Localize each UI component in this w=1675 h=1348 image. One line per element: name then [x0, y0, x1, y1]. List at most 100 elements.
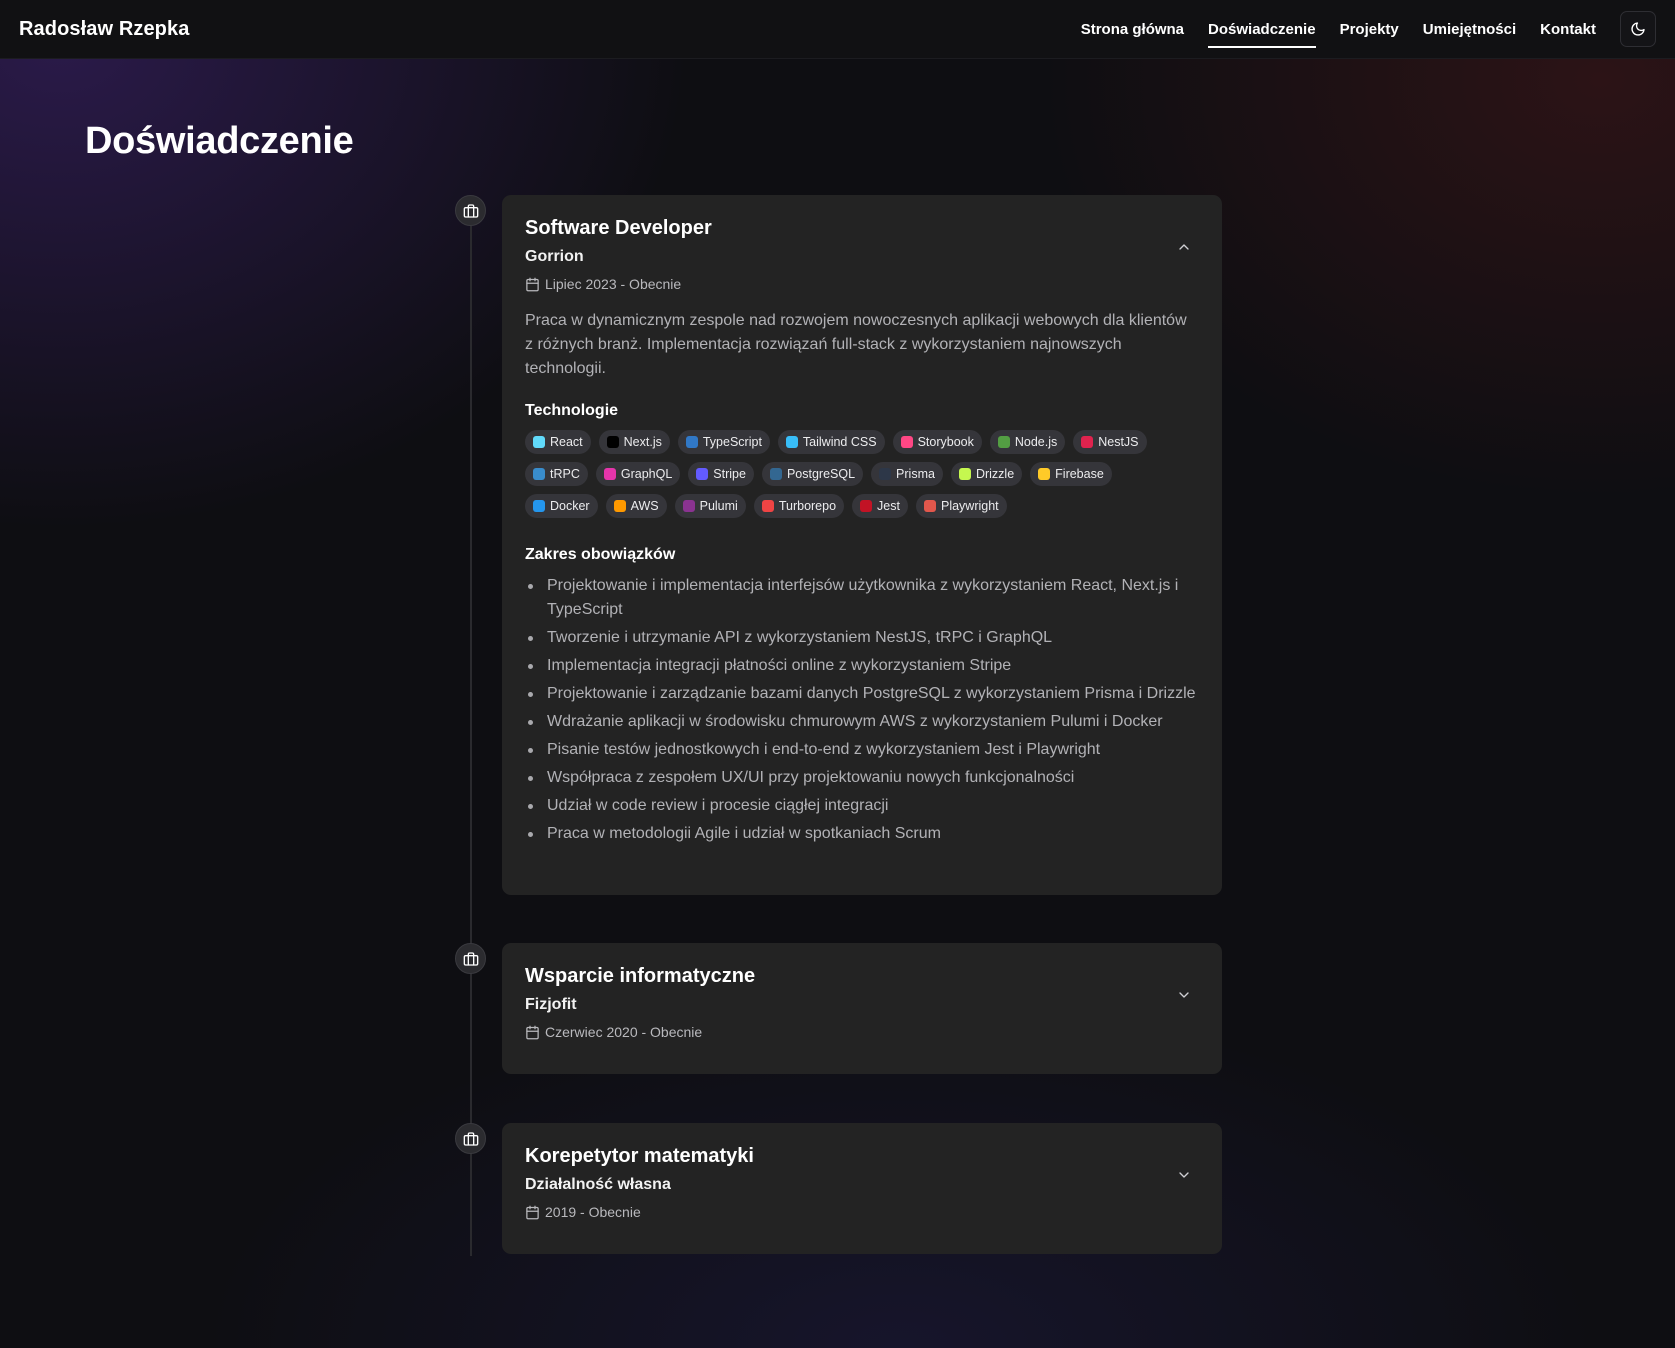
- job-title: Korepetytor matematyki: [525, 1145, 754, 1167]
- duty-item: Wdrażanie aplikacji w środowisku chmurow…: [525, 710, 1199, 734]
- job-dates: Czerwiec 2020 - Obecnie: [525, 1024, 1199, 1040]
- duty-item: Udział w code review i procesie ciągłej …: [525, 794, 1199, 818]
- tech-chip: Node.js: [989, 430, 1066, 454]
- duties-heading: Zakres obowiązków: [525, 546, 676, 563]
- tech-chip-label: Docker: [550, 499, 590, 513]
- calendar-icon: [526, 277, 539, 291]
- tech-chip-label: Node.js: [1014, 435, 1058, 449]
- experience-card: Software Developer Gorrion Lipiec 2023 -…: [502, 195, 1222, 895]
- tech-chip-label: Jest: [877, 499, 900, 513]
- stripe-icon: [696, 468, 709, 480]
- tailwind-icon: [785, 436, 798, 448]
- page-title: Doświadczenie: [85, 120, 354, 162]
- theme-toggle-button[interactable]: [1620, 11, 1656, 47]
- prisma-icon: [879, 468, 892, 480]
- tech-chip-label: Turborepo: [778, 499, 837, 513]
- tech-chip: React: [525, 430, 591, 454]
- duty-item: Pisanie testów jednostkowych i end-to-en…: [525, 738, 1199, 762]
- duty-item: Praca w metodologii Agile i udział w spo…: [525, 822, 1199, 846]
- typescript-icon: [685, 436, 698, 448]
- duty-item: Projektowanie i zarządzanie bazami danyc…: [525, 682, 1199, 706]
- duty-item: Implementacja integracji płatności onlin…: [525, 654, 1199, 678]
- tech-chip-label: tRPC: [550, 467, 580, 481]
- expand-button[interactable]: [1174, 1165, 1194, 1185]
- job-date-text: Czerwiec 2020 - Obecnie: [545, 1024, 703, 1040]
- tech-chip: Next.js: [598, 430, 670, 454]
- main-nav: Strona główna Doświadczenie Projekty Umi…: [1057, 11, 1656, 48]
- briefcase-icon: [463, 203, 478, 218]
- tech-chip: PostgreSQL: [761, 462, 864, 486]
- company-name: Fizjofit: [525, 996, 577, 1013]
- nav-link-skills[interactable]: Umiejętności: [1423, 15, 1516, 44]
- react-icon: [533, 436, 545, 448]
- firebase-icon: [1038, 468, 1051, 480]
- job-title: Wsparcie informatyczne: [525, 965, 756, 987]
- tech-chip-label: Playwright: [940, 499, 999, 513]
- duties-list: Projektowanie i implementacja interfejsó…: [525, 574, 1199, 846]
- tech-chip: Turborepo: [753, 494, 845, 518]
- duty-item: Współpraca z zespołem UX/UI przy projekt…: [525, 766, 1199, 790]
- tech-chip-label: React: [550, 435, 583, 449]
- tech-chip-label: Prisma: [896, 467, 935, 481]
- tech-chip-label: Stripe: [713, 467, 746, 481]
- job-date-text: 2019 - Obecnie: [545, 1204, 641, 1220]
- tech-chip: Docker: [525, 494, 598, 518]
- nav-link-experience[interactable]: Doświadczenie: [1208, 15, 1316, 48]
- tech-chip-label: Next.js: [623, 435, 662, 449]
- tech-chip-label: GraphQL: [620, 467, 673, 481]
- postgresql-icon: [769, 468, 782, 480]
- nextjs-icon: [606, 436, 619, 448]
- briefcase-icon: [463, 951, 478, 966]
- job-date-text: Lipiec 2023 - Obecnie: [545, 276, 682, 292]
- nestjs-icon: [1081, 436, 1094, 448]
- calendar-icon: [526, 1205, 539, 1219]
- playwright-icon: [923, 500, 936, 512]
- jest-icon: [860, 500, 873, 512]
- trpc-icon: [533, 468, 545, 480]
- tech-chip-label: AWS: [630, 499, 659, 513]
- timeline-marker: [455, 943, 486, 974]
- tech-chip: Drizzle: [950, 462, 1023, 486]
- collapse-button[interactable]: [1174, 237, 1194, 257]
- duty-item: Tworzenie i utrzymanie API z wykorzystan…: [525, 626, 1199, 650]
- graphql-icon: [603, 468, 616, 480]
- chevron-down-icon: [1179, 992, 1189, 998]
- nav-link-projects[interactable]: Projekty: [1340, 15, 1399, 44]
- tech-chip: NestJS: [1073, 430, 1147, 454]
- briefcase-icon: [463, 1131, 478, 1146]
- experience-card[interactable]: Wsparcie informatyczne Fizjofit Czerwiec…: [502, 943, 1222, 1074]
- job-description: Praca w dynamicznym zespole nad rozwojem…: [525, 312, 1187, 377]
- aws-icon: [613, 500, 626, 512]
- nodejs-icon: [997, 436, 1010, 448]
- tech-heading: Technologie: [525, 402, 619, 419]
- tech-chip-label: TypeScript: [702, 435, 762, 449]
- storybook-icon: [900, 436, 913, 448]
- expand-button[interactable]: [1174, 985, 1194, 1005]
- nav-link-home[interactable]: Strona główna: [1081, 15, 1184, 44]
- drizzle-icon: [958, 468, 971, 480]
- tech-chip: Playwright: [915, 494, 1007, 518]
- tech-chip: TypeScript: [677, 430, 770, 454]
- tech-chip: Stripe: [688, 462, 754, 486]
- experience-card[interactable]: Korepetytor matematyki Działalność własn…: [502, 1123, 1222, 1254]
- moon-icon: [1631, 22, 1645, 36]
- tech-chip: Pulumi: [674, 494, 746, 518]
- tech-chip: tRPC: [525, 462, 588, 486]
- site-header: Radosław Rzepka Strona główna Doświadcze…: [0, 0, 1675, 59]
- chevron-down-icon: [1179, 1172, 1189, 1178]
- chevron-up-icon: [1179, 244, 1189, 250]
- tech-chip-label: Tailwind CSS: [802, 435, 877, 449]
- tech-chip: Storybook: [892, 430, 982, 454]
- company-name: Gorrion: [525, 248, 584, 265]
- timeline-marker: [455, 1123, 486, 1154]
- tech-chip: Tailwind CSS: [777, 430, 885, 454]
- tech-chip-label: Storybook: [917, 435, 974, 449]
- calendar-icon: [526, 1025, 539, 1039]
- timeline-line: [470, 226, 472, 1256]
- nav-link-contact[interactable]: Kontakt: [1540, 15, 1596, 44]
- tech-chip: Prisma: [871, 462, 943, 486]
- tech-chip: GraphQL: [595, 462, 681, 486]
- brand-logo[interactable]: Radosław Rzepka: [19, 18, 189, 41]
- tech-chip-label: Pulumi: [699, 499, 738, 513]
- timeline-marker: [455, 195, 486, 226]
